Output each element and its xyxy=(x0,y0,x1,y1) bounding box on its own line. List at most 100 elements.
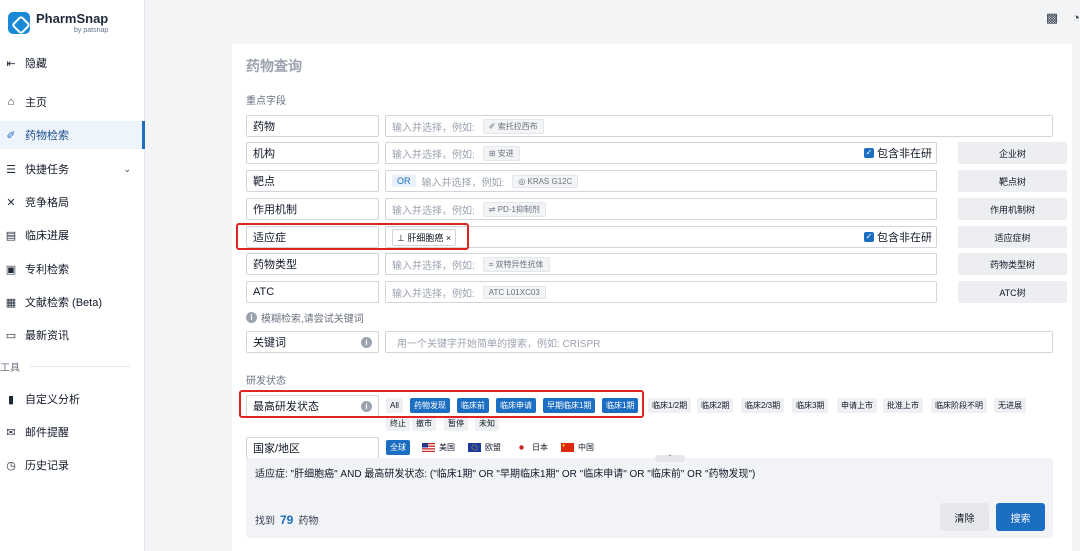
indication-tree-button[interactable]: 适应症树 xyxy=(958,226,1067,248)
app-by: by patsnap xyxy=(74,27,109,34)
eu-flag-icon xyxy=(468,443,481,452)
drug-type-example-hint: ⌗ 双特异性抗体 xyxy=(482,256,550,272)
status-option-unknown-phase[interactable]: 临床阶段不明 xyxy=(931,398,987,413)
status-option-withdrawn[interactable]: 撤市 xyxy=(412,416,436,431)
moa-input[interactable]: 输入并选择，例如: ⇌ PD-1抑制剂 xyxy=(385,198,937,220)
pharmsnap-logo[interactable]: PharmSnap by patsnap xyxy=(8,10,108,36)
status-option-approved[interactable]: 批准上市 xyxy=(883,398,923,413)
logo-icon xyxy=(8,12,30,34)
region-option-eu[interactable]: 欧盟 xyxy=(464,440,505,455)
status-option-nda[interactable]: 申请上市 xyxy=(837,398,877,413)
sidebar-item-literature[interactable]: ▦ 文献检索 (Beta) xyxy=(0,288,145,316)
atc-input[interactable]: 输入并选择，例如: ATC L01XC03 xyxy=(385,281,937,303)
region-option-global[interactable]: 全球 xyxy=(386,440,410,455)
drug-type-row: 药物类型 输入并选择，例如: ⌗ 双特异性抗体 药物类型树 xyxy=(246,253,1068,275)
org-include-inactive-checkbox[interactable]: ✓ 包含非在研 xyxy=(864,143,932,163)
sidebar-item-mail-alert[interactable]: ✉ 邮件提醒 xyxy=(0,418,145,446)
status-option-unknown[interactable]: 未知 xyxy=(475,416,499,431)
sidebar-item-label: 竞争格局 xyxy=(25,197,69,209)
literature-icon: ▦ xyxy=(5,296,17,309)
moa-row: 作用机制 输入并选择，例如: ⇌ PD-1抑制剂 作用机制树 xyxy=(246,198,1068,220)
atc-row: ATC 输入并选择，例如: ATC L01XC03 ATC树 xyxy=(246,281,1068,303)
sidebar-item-quick-tasks[interactable]: ☰ 快捷任务 ⌄ xyxy=(0,155,145,183)
drug-query-panel: 药物查询 重点字段 药物 输入并选择，例如: ✐ 索托拉西布 机构 输入并选择，… xyxy=(232,44,1072,551)
status-highlight-box xyxy=(239,390,644,418)
target-input[interactable]: OR 输入并选择，例如: ◎ KRAS G12C xyxy=(385,170,937,192)
qr-code-icon[interactable]: ▩ xyxy=(1046,10,1058,26)
result-count: 找到 79 药物 xyxy=(255,512,318,527)
sidebar-item-history[interactable]: ◷ 历史记录 xyxy=(0,451,145,479)
sidebar-item-competition[interactable]: ✕ 竞争格局 xyxy=(0,188,145,216)
drug-type-tree-button[interactable]: 药物类型树 xyxy=(958,253,1067,275)
status-option-no-progress[interactable]: 无进展 xyxy=(994,398,1026,413)
region-option-cn[interactable]: 中国 xyxy=(557,440,598,455)
atc-placeholder: 输入并选择，例如: xyxy=(392,288,475,300)
region-eu-label: 欧盟 xyxy=(485,443,501,452)
status-option-terminated[interactable]: 终止 xyxy=(386,416,410,431)
home-icon: ⌂ xyxy=(7,96,15,108)
sidebar-item-news[interactable]: ▭ 最新资讯 xyxy=(0,321,145,349)
sidebar: PharmSnap by patsnap ⇤ 隐藏 ⌂ 主页 ✐ 药物检索 ☰ … xyxy=(0,0,145,551)
target-tree-button[interactable]: 靶点树 xyxy=(958,170,1067,192)
key-fields-title: 重点字段 xyxy=(246,96,286,107)
drug-type-field-label: 药物类型 xyxy=(246,253,379,275)
status-option-phase2[interactable]: 临床2期 xyxy=(697,398,734,413)
query-expression: 适应症: "肝细胞癌" AND 最高研发状态: ("临床1期" OR "早期临床… xyxy=(255,469,756,480)
clear-button[interactable]: 清除 xyxy=(940,503,989,531)
atc-tree-button[interactable]: ATC树 xyxy=(958,281,1067,303)
swords-icon: ✕ xyxy=(6,196,16,209)
sidebar-item-label: 主页 xyxy=(25,97,47,109)
clinical-icon: ▤ xyxy=(5,229,17,242)
analysis-icon: ▮ xyxy=(7,393,15,406)
sidebar-item-custom-analysis[interactable]: ▮ 自定义分析 xyxy=(0,385,145,413)
target-placeholder: 输入并选择，例如: xyxy=(421,177,505,189)
collapse-handle-icon[interactable]: ⌃ xyxy=(655,455,685,462)
sidebar-item-label: 专利检索 xyxy=(25,264,69,276)
drug-example-hint: ✐ 索托拉西布 xyxy=(482,118,544,134)
keyword-row: 关键词 i 用一个关键字开始简单的搜索，例如: CRISPR xyxy=(246,331,1054,353)
cn-flag-icon xyxy=(561,443,574,452)
status-option-phase3[interactable]: 临床3期 xyxy=(792,398,829,413)
sidebar-item-home[interactable]: ⌂ 主页 xyxy=(0,88,145,116)
region-jp-label: 日本 xyxy=(532,443,548,452)
fuzzy-search-hint: i 模糊检索,请尝试关键词 xyxy=(246,310,364,325)
indication-include-inactive-label: 包含非在研 xyxy=(877,232,932,244)
drug-type-input[interactable]: 输入并选择，例如: ⌗ 双特异性抗体 xyxy=(385,253,937,275)
result-count-number[interactable]: 79 xyxy=(280,513,293,527)
indication-include-inactive-checkbox[interactable]: ✓ 包含非在研 xyxy=(864,227,932,247)
sidebar-item-clinical[interactable]: ▤ 临床进展 xyxy=(0,221,145,249)
moa-example-hint: ⇌ PD-1抑制剂 xyxy=(482,201,546,217)
info-icon: i xyxy=(246,312,257,323)
sidebar-item-label: 文献检索 (Beta) xyxy=(25,297,103,309)
org-input[interactable]: 输入并选择，例如: ⊞ 安进 ✓ 包含非在研 xyxy=(385,142,937,164)
app-name: PharmSnap xyxy=(36,11,109,26)
drug-input[interactable]: 输入并选择，例如: ✐ 索托拉西布 xyxy=(385,115,1053,137)
region-option-jp[interactable]: 日本 xyxy=(511,440,552,455)
sidebar-item-label: 邮件提醒 xyxy=(25,427,69,439)
sidebar-item-patent[interactable]: ▣ 专利检索 xyxy=(0,255,145,283)
region-option-us[interactable]: 美国 xyxy=(418,440,459,455)
info-icon[interactable]: i xyxy=(361,337,372,348)
status-option-suspended[interactable]: 暂停 xyxy=(444,416,468,431)
topbar-icons: ▩ ◔ xyxy=(1046,10,1080,26)
target-or-toggle[interactable]: OR xyxy=(392,175,416,187)
keyword-input[interactable]: 用一个关键字开始简单的搜索，例如: CRISPR xyxy=(385,331,1053,353)
sidebar-item-drug-search[interactable]: ✐ 药物检索 xyxy=(0,121,145,149)
result-count-prefix: 找到 xyxy=(255,516,275,527)
search-button[interactable]: 搜索 xyxy=(996,503,1045,531)
sidebar-collapse-label: 隐藏 xyxy=(25,58,47,70)
atc-field-label: ATC xyxy=(246,281,379,303)
target-field-label: 靶点 xyxy=(246,170,379,192)
moa-tree-button[interactable]: 作用机制树 xyxy=(958,198,1067,220)
sidebar-item-label: 药物检索 xyxy=(25,130,69,142)
sidebar-collapse[interactable]: ⇤ 隐藏 xyxy=(0,49,145,77)
help-icon[interactable]: ◔ xyxy=(1072,10,1080,26)
chevron-down-icon: ⌄ xyxy=(123,163,131,174)
status-option-phase1-2[interactable]: 临床1/2期 xyxy=(648,398,692,413)
check-icon: ✓ xyxy=(864,148,874,158)
org-example-hint: ⊞ 安进 xyxy=(482,145,520,161)
org-tree-button[interactable]: 企业树 xyxy=(958,142,1067,164)
drug-placeholder: 输入并选择，例如: xyxy=(392,122,475,134)
status-option-phase2-3[interactable]: 临床2/3期 xyxy=(741,398,785,413)
jp-flag-icon xyxy=(515,443,528,452)
